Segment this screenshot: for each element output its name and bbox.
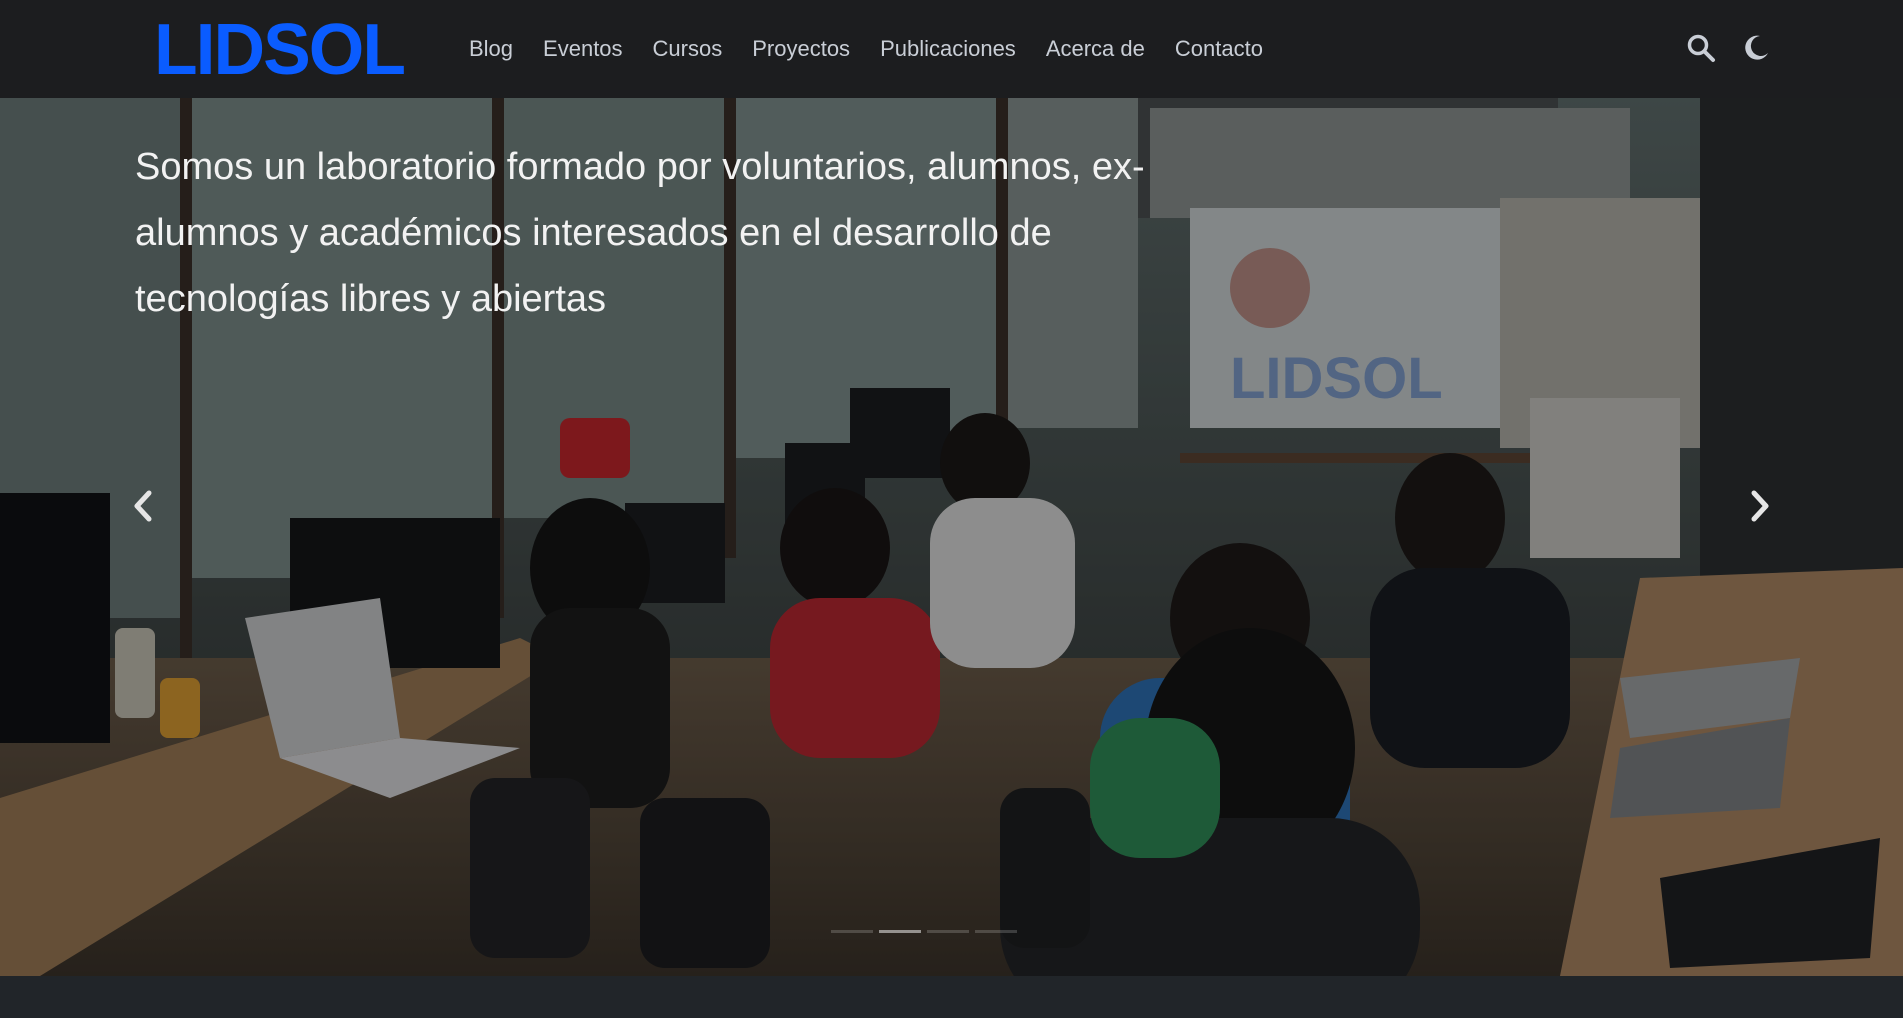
carousel-prev-button[interactable] <box>113 476 173 536</box>
carousel-indicators <box>831 930 1017 933</box>
chevron-left-icon <box>134 490 152 522</box>
search-icon <box>1687 34 1715 62</box>
carousel-indicator[interactable] <box>831 930 873 933</box>
nav-item-contacto[interactable]: Contacto <box>1175 0 1263 98</box>
svg-text:LIDSOL: LIDSOL <box>154 12 404 86</box>
page-footer-strip <box>0 976 1903 1018</box>
nav-item-acerca-de[interactable]: Acerca de <box>1046 0 1145 98</box>
carousel-indicator[interactable] <box>927 930 969 933</box>
navbar: LIDSOL Blog Eventos Cursos Proyectos Pub… <box>0 0 1903 98</box>
chevron-right-icon <box>1751 490 1769 522</box>
carousel-indicator[interactable] <box>975 930 1017 933</box>
hero-caption: Somos un laboratorio formado por volunta… <box>135 146 1145 320</box>
nav-item-blog[interactable]: Blog <box>469 0 513 98</box>
moon-icon <box>1745 35 1768 60</box>
theme-toggle-button[interactable] <box>1741 33 1771 63</box>
lidsol-logo: LIDSOL <box>154 12 404 86</box>
hero-carousel: LIDSOL Somos un laboratorio formado por … <box>0 98 1903 976</box>
nav-item-publicaciones[interactable]: Publicaciones <box>880 0 1016 98</box>
main-nav: Blog Eventos Cursos Proyectos Publicacio… <box>469 0 1293 98</box>
carousel-next-button[interactable] <box>1730 476 1790 536</box>
nav-item-proyectos[interactable]: Proyectos <box>752 0 850 98</box>
nav-item-cursos[interactable]: Cursos <box>653 0 723 98</box>
search-button[interactable] <box>1686 33 1716 63</box>
nav-item-eventos[interactable]: Eventos <box>543 0 623 98</box>
carousel-indicator[interactable] <box>879 930 921 933</box>
